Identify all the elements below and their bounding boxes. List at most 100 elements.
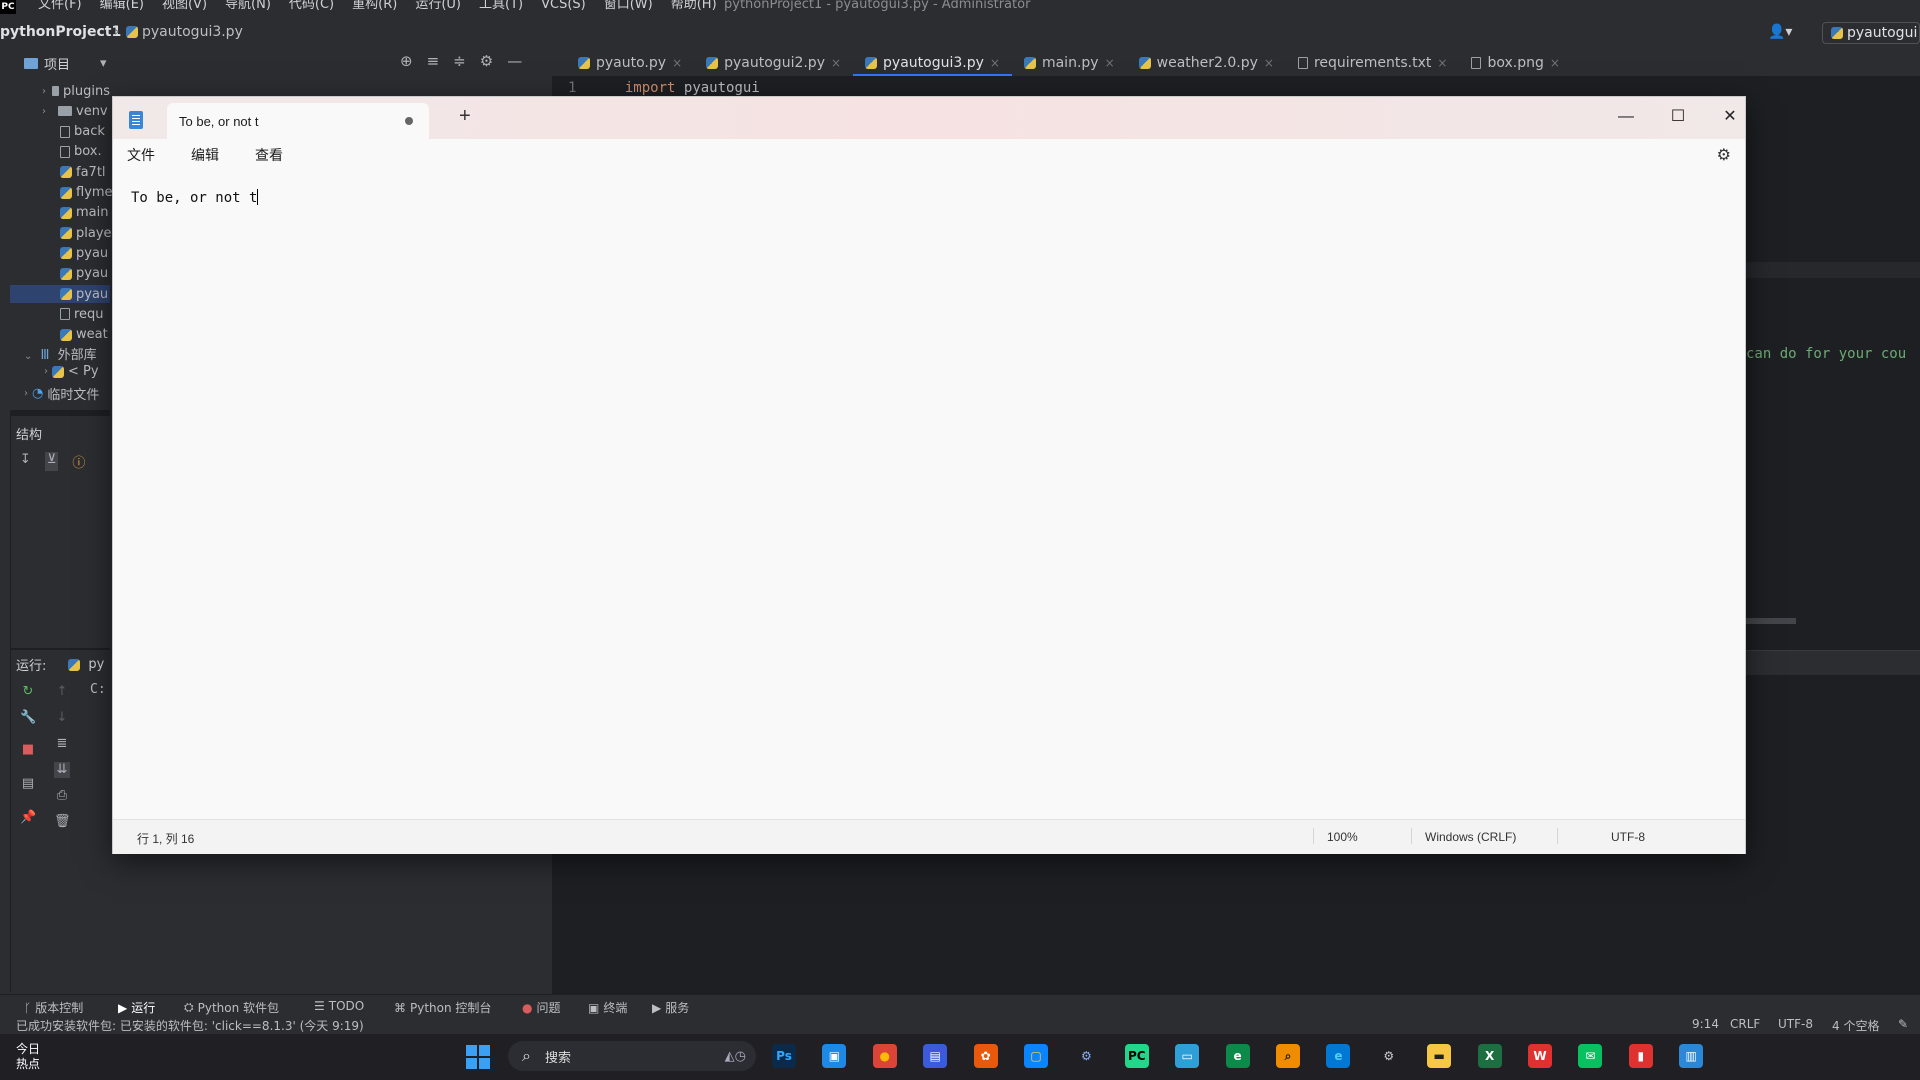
arrow-up-icon[interactable]: ↑ — [54, 684, 70, 700]
soft-wrap-icon[interactable]: ≣ — [54, 736, 70, 752]
taskbar-app-icon[interactable]: X — [1477, 1044, 1502, 1068]
arrow-down-icon[interactable]: ↓ — [54, 710, 70, 726]
close-tab-icon[interactable]: × — [1437, 56, 1447, 70]
tool-window-button[interactable]: ● 问题 — [522, 999, 561, 1016]
minimize-window-icon[interactable]: — — [1611, 105, 1641, 129]
ide-menu-item[interactable]: 代码(C) — [289, 0, 334, 12]
pin-icon[interactable]: 📌 — [20, 810, 36, 826]
close-tab-icon[interactable]: × — [1105, 56, 1115, 70]
breadcrumb-project[interactable]: pythonProject1 — [0, 24, 121, 40]
editor-tab[interactable]: pyauto.py × — [566, 52, 694, 74]
taskbar-app-icon[interactable]: ▢ — [1024, 1044, 1048, 1068]
tool-window-button[interactable]: ▶ 运行 — [118, 999, 155, 1016]
chevron-down-icon[interactable]: ▾ — [100, 56, 107, 71]
trash-icon[interactable]: 🗑 — [54, 814, 71, 830]
status-message[interactable]: 已成功安装软件包: 已安装的软件包: 'click==8.1.3' (今天 9:… — [16, 1017, 364, 1034]
project-panel-header[interactable]: 项目 ▾ — [24, 54, 107, 73]
ide-menu-item[interactable]: 帮助(H) — [671, 0, 717, 12]
rerun-icon[interactable]: ↻ — [20, 684, 36, 700]
tree-scratches[interactable]: › ◔ 临时文件 — [24, 384, 99, 403]
tool-window-button[interactable]: ▶ 服务 — [652, 999, 689, 1016]
info-icon[interactable]: ⓘ — [72, 452, 85, 471]
maximize-window-icon[interactable]: ☐ — [1663, 105, 1693, 129]
taskbar-app-icon[interactable]: e — [1225, 1044, 1250, 1068]
run-config-selector[interactable]: pyautogui — [1822, 22, 1920, 44]
gear-icon[interactable]: ⚙ — [480, 52, 493, 70]
status-encoding[interactable]: UTF-8 — [1778, 1017, 1813, 1031]
ide-menu-item[interactable]: 窗口(W) — [604, 0, 653, 12]
taskbar-app-icon[interactable]: e — [1326, 1044, 1351, 1068]
notepad-titlebar[interactable]: To be, or not t + — ☐ ✕ — [113, 97, 1745, 139]
panel-divider[interactable] — [10, 410, 110, 416]
sort-icon[interactable]: ↧ — [20, 452, 31, 471]
minimize-icon[interactable]: — — [507, 52, 522, 70]
taskbar-app-icon[interactable]: ⚙ — [1074, 1044, 1099, 1068]
tree-item[interactable]: pyau — [10, 285, 110, 303]
notepad-tab[interactable]: To be, or not t — [167, 103, 429, 139]
line-ending[interactable]: Windows (CRLF) — [1425, 830, 1516, 844]
zoom-level[interactable]: 100% — [1327, 830, 1358, 844]
close-tab-icon[interactable]: × — [672, 56, 682, 70]
taskbar-app-icon[interactable]: ⌕ — [1276, 1044, 1300, 1068]
editor-tab[interactable]: weather2.0.py × — [1127, 52, 1286, 74]
filter-icon[interactable]: ⊻ — [44, 452, 59, 471]
notepad-menu-view[interactable]: 查看 — [255, 145, 283, 165]
tool-window-button[interactable]: ᚴ 版本控制 — [24, 999, 83, 1016]
chevron-right-icon[interactable]: › — [42, 86, 48, 97]
ide-menu-item[interactable]: 文件(F) — [38, 0, 82, 12]
taskbar-app-icon[interactable]: ✉ — [1578, 1044, 1603, 1068]
taskbar-app-icon[interactable]: ⚙ — [1376, 1044, 1401, 1068]
ide-menu-item[interactable]: 视图(V) — [162, 0, 207, 12]
ide-menu-item[interactable]: 编辑(E) — [100, 0, 144, 12]
tool-window-button[interactable]: ▣ 终端 — [588, 999, 627, 1016]
notepad-menu-edit[interactable]: 编辑 — [191, 145, 219, 165]
stop-icon[interactable]: ■ — [20, 742, 36, 758]
taskbar-app-icon[interactable]: ▥ — [1679, 1044, 1704, 1068]
close-window-icon[interactable]: ✕ — [1715, 105, 1745, 129]
editor-tab[interactable]: requirements.txt × — [1286, 52, 1459, 74]
tool-window-button[interactable]: ☰ TODO — [314, 999, 364, 1013]
editor-tab[interactable]: box.png × — [1459, 52, 1571, 74]
expand-all-icon[interactable]: ≡ — [427, 52, 440, 70]
taskbar-app-icon[interactable]: PC — [1124, 1044, 1149, 1068]
tool-window-button[interactable]: ⌘ Python 控制台 — [394, 999, 491, 1016]
ide-menu-item[interactable]: 工具(T) — [479, 0, 523, 12]
taskbar-app-icon[interactable]: ▭ — [1175, 1044, 1200, 1068]
tool-window-button[interactable]: ⛭ Python 软件包 — [184, 999, 279, 1016]
taskbar-app-icon[interactable]: ▮ — [1628, 1044, 1653, 1068]
taskbar-app-icon[interactable]: ✿ — [973, 1044, 998, 1068]
status-caret-pos[interactable]: 9:14 — [1692, 1017, 1719, 1031]
taskbar-app-icon[interactable]: ▤ — [923, 1044, 948, 1068]
windows-start-icon[interactable] — [466, 1045, 490, 1069]
notepad-text-area[interactable]: To be, or not t — [131, 189, 259, 206]
taskbar-app-icon[interactable]: ▬ — [1427, 1044, 1452, 1068]
ide-menu-item[interactable]: VCS(S) — [541, 0, 586, 12]
close-tab-icon[interactable]: × — [1264, 56, 1274, 70]
editor-tab[interactable]: pyautogui3.py × — [853, 52, 1012, 76]
new-tab-plus-icon[interactable]: + — [459, 105, 471, 128]
taskbar-app-icon[interactable]: Ps — [772, 1044, 796, 1068]
tree-item[interactable]: › plugins — [42, 82, 110, 100]
layout-icon[interactable]: ▤ — [20, 776, 36, 792]
encoding[interactable]: UTF-8 — [1611, 830, 1645, 844]
tree-item[interactable]: › venv — [42, 102, 110, 120]
notepad-menu-file[interactable]: 文件 — [127, 145, 155, 165]
chevron-right-icon[interactable]: › — [42, 106, 54, 117]
print-icon[interactable]: ⎙ — [54, 788, 70, 804]
ide-menu-item[interactable]: 重构(R) — [352, 0, 397, 12]
editor-scrollbar[interactable] — [1746, 618, 1796, 624]
close-tab-icon[interactable]: × — [831, 56, 841, 70]
settings-gear-icon[interactable]: ⚙ — [1717, 145, 1731, 165]
tree-external-libs[interactable]: ⌄ Ⅲ 外部库 — [24, 344, 97, 363]
user-icon[interactable]: 👤▾ — [1768, 24, 1792, 40]
edit-icon[interactable]: ✎ — [1898, 1017, 1908, 1031]
status-line-sep[interactable]: CRLF — [1730, 1017, 1760, 1031]
taskbar-app-icon[interactable]: W — [1528, 1044, 1552, 1068]
tree-python-sdk[interactable]: › < Py — [44, 364, 99, 379]
collapse-all-icon[interactable]: ≑ — [453, 52, 466, 70]
taskbar-app-icon[interactable]: ▣ — [822, 1044, 847, 1068]
taskbar-app-icon[interactable]: ● — [872, 1044, 897, 1068]
run-tab-label[interactable]: py — [88, 657, 104, 672]
locate-icon[interactable]: ⊕ — [400, 52, 413, 70]
close-tab-icon[interactable]: × — [1550, 56, 1560, 70]
